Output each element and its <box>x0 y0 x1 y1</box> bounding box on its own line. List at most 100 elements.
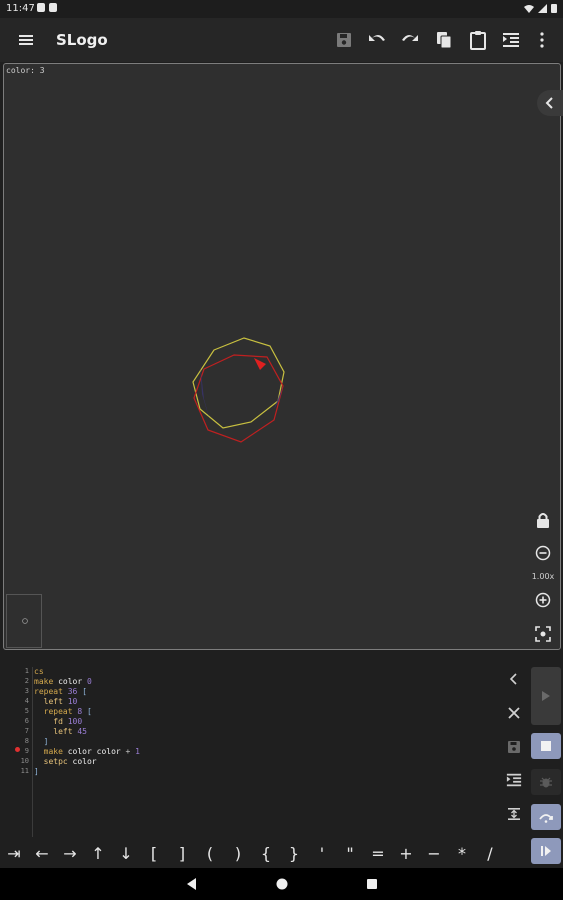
code-token: fd <box>34 717 68 726</box>
symbol-key[interactable]: { <box>252 840 280 866</box>
minimap-turtle-icon <box>22 618 28 624</box>
turtle-drawing <box>192 337 285 443</box>
code-line[interactable]: cs <box>34 667 44 677</box>
symbol-bar: ⇥ ← → ↑ ↓[](){} ' " = + − * / <box>0 840 510 866</box>
line-number: 9 <box>24 747 29 755</box>
symbol-key[interactable]: / <box>476 840 504 866</box>
battery-icon <box>551 4 557 13</box>
format-indent-icon <box>506 773 522 787</box>
zoom-in-icon <box>535 592 551 608</box>
zoom-in-button[interactable] <box>531 588 555 612</box>
code-editor[interactable]: 1 2 3 4 5 6 7 8 9 10 11 cs make color 0 repeat 36 [ … <box>0 663 500 838</box>
code-token: color <box>72 757 97 766</box>
symbol-key[interactable]: ] <box>168 840 196 866</box>
collapse-panel-button[interactable] <box>537 90 563 116</box>
zoom-out-icon <box>535 545 551 561</box>
symbol-key[interactable]: } <box>280 840 308 866</box>
menu-icon[interactable] <box>14 28 38 52</box>
status-bar: 11:47 <box>0 0 563 18</box>
breakpoint-marker[interactable] <box>15 747 20 752</box>
symbol-key[interactable]: ↓ <box>112 840 140 866</box>
code-token: repeat <box>34 707 78 716</box>
zoom-level: 1.00x <box>531 572 555 581</box>
purple-overlap <box>200 364 283 421</box>
code-token: color <box>67 747 97 756</box>
expand-editor-button[interactable] <box>502 802 526 826</box>
minimap[interactable] <box>6 594 42 648</box>
code-line[interactable]: repeat 8 [ <box>34 707 92 717</box>
collapse-editor-button[interactable] <box>502 667 526 691</box>
notification-icon <box>49 3 57 12</box>
symbol-key[interactable]: = <box>364 840 392 866</box>
code-line[interactable]: left 45 <box>34 727 87 737</box>
symbol-key[interactable]: ) <box>224 840 252 866</box>
resume-icon <box>541 846 551 856</box>
code-token: repeat <box>34 687 68 696</box>
format-indent-icon[interactable] <box>499 28 523 52</box>
symbol-key[interactable]: ← <box>28 840 56 866</box>
symbol-key[interactable]: − <box>420 840 448 866</box>
line-number: 11 <box>20 767 29 775</box>
format-code-button[interactable] <box>502 768 526 792</box>
app-title: SLogo <box>56 31 108 49</box>
code-line[interactable]: ] <box>34 767 39 777</box>
back-icon[interactable] <box>184 876 200 892</box>
symbol-key[interactable]: * <box>448 840 476 866</box>
system-nav-bar <box>0 868 563 900</box>
zoom-out-button[interactable] <box>531 541 555 565</box>
code-token: cs <box>34 667 44 676</box>
code-token: left <box>34 697 68 706</box>
home-icon[interactable] <box>274 876 290 892</box>
code-line[interactable]: ] <box>34 737 49 747</box>
debug-button[interactable] <box>531 769 561 795</box>
code-token: ] <box>34 767 39 776</box>
copy-icon[interactable] <box>432 28 456 52</box>
code-line[interactable]: fd 100 <box>34 717 82 727</box>
center-view-button[interactable] <box>531 622 555 646</box>
save-icon <box>508 741 520 753</box>
code-token: ] <box>34 737 49 746</box>
code-line[interactable]: setpc color <box>34 757 97 767</box>
line-number: 8 <box>24 737 29 745</box>
bug-icon <box>540 777 552 788</box>
save-code-button[interactable] <box>502 735 526 759</box>
undo-icon[interactable] <box>365 28 389 52</box>
resume-button[interactable] <box>531 838 561 864</box>
line-number: 5 <box>24 707 29 715</box>
turtle-canvas[interactable]: color: 3 <box>3 63 561 650</box>
code-line[interactable]: make color color + 1 <box>34 747 140 757</box>
code-token: 10 <box>67 697 78 706</box>
symbol-key[interactable]: ' <box>308 840 336 866</box>
symbol-key[interactable]: ↑ <box>84 840 112 866</box>
code-line[interactable]: repeat 36 [ <box>34 687 87 697</box>
paste-icon[interactable] <box>466 28 490 52</box>
chevron-left-icon <box>509 673 517 685</box>
step-over-button[interactable] <box>531 804 561 830</box>
save-icon[interactable] <box>332 28 356 52</box>
yellow-octagon <box>192 337 285 429</box>
line-number: 1 <box>24 667 29 675</box>
redo-icon[interactable] <box>398 28 422 52</box>
center-focus-icon <box>535 626 551 642</box>
stop-button[interactable] <box>531 733 561 759</box>
code-line[interactable]: make color 0 <box>34 677 92 687</box>
code-token: 8 <box>77 707 87 716</box>
line-number: 2 <box>24 677 29 685</box>
recents-icon[interactable] <box>364 876 380 892</box>
symbol-key[interactable]: [ <box>140 840 168 866</box>
chevron-left-icon <box>545 97 553 109</box>
symbol-key[interactable]: " <box>336 840 364 866</box>
red-octagon <box>193 354 284 443</box>
code-token: 1 <box>135 747 140 756</box>
clear-button[interactable] <box>502 701 526 725</box>
code-token: [ <box>82 687 87 696</box>
play-icon <box>542 691 550 701</box>
lock-button[interactable] <box>531 508 555 532</box>
more-vert-icon[interactable] <box>530 28 554 52</box>
symbol-key[interactable]: ( <box>196 840 224 866</box>
run-button[interactable] <box>531 667 561 725</box>
symbol-key[interactable]: → <box>56 840 84 866</box>
symbol-key[interactable]: ⇥ <box>0 840 28 866</box>
code-line[interactable]: left 10 <box>34 697 78 707</box>
symbol-key[interactable]: + <box>392 840 420 866</box>
